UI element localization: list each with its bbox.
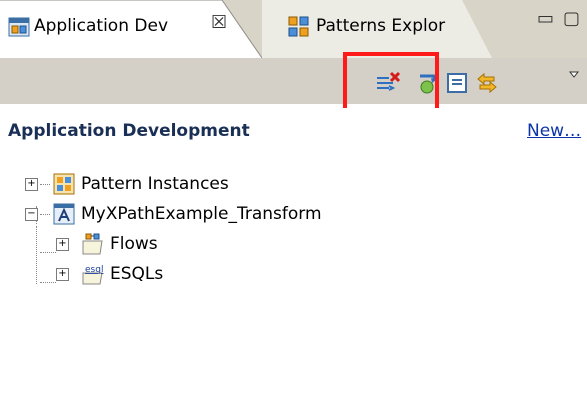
flows-folder-icon xyxy=(82,233,103,255)
svg-text:esql: esql xyxy=(85,265,103,275)
pattern-instances-icon xyxy=(53,173,75,195)
view-header: Application Development New… xyxy=(0,108,587,148)
expand-icon[interactable]: + xyxy=(25,178,38,191)
tree-item-esqls[interactable]: + esql ESQLs xyxy=(0,262,220,288)
tree-item-label: Pattern Instances xyxy=(81,174,229,194)
patterns-explorer-icon xyxy=(288,16,309,37)
tab-patterns-explorer-label: Patterns Explor xyxy=(316,16,446,36)
application-icon xyxy=(53,203,75,225)
tree-item-myxpathexample-transform[interactable]: − MyXPathExample_Transform xyxy=(0,202,360,228)
page-title: Application Development xyxy=(8,121,250,141)
minimize-view-icon[interactable]: ▭ xyxy=(537,8,554,29)
tab-patterns-explorer[interactable]: Patterns Explor xyxy=(262,0,492,58)
new-link[interactable]: New… xyxy=(527,121,581,141)
tree-item-flows[interactable]: + Flows xyxy=(0,232,220,258)
maximize-view-icon[interactable]: ▢ xyxy=(563,8,580,29)
tree-item-label: MyXPathExample_Transform xyxy=(81,204,322,224)
expand-icon[interactable]: + xyxy=(56,238,69,251)
tree-item-label: ESQLs xyxy=(110,264,164,284)
view-toolbar xyxy=(0,58,587,104)
application-development-icon xyxy=(8,17,30,37)
tree-item-pattern-instances[interactable]: + Pattern Instances xyxy=(0,172,300,198)
collapse-icon[interactable]: − xyxy=(25,208,38,221)
tab-application-development-label: Application Dev xyxy=(34,16,168,36)
collapse-all-icon[interactable] xyxy=(444,70,470,96)
view-menu-icon[interactable] xyxy=(566,66,587,92)
link-with-editor-icon[interactable] xyxy=(474,70,500,96)
view-tab-bar: Patterns Explor Application Dev ☒ ▭ ▢ xyxy=(0,0,587,58)
expand-icon[interactable]: + xyxy=(56,268,69,281)
tab-application-development[interactable]: Application Dev ☒ xyxy=(0,0,262,58)
esql-folder-icon: esql xyxy=(82,265,103,285)
close-tab-icon[interactable]: ☒ xyxy=(211,12,227,33)
tree-item-label: Flows xyxy=(110,234,158,254)
